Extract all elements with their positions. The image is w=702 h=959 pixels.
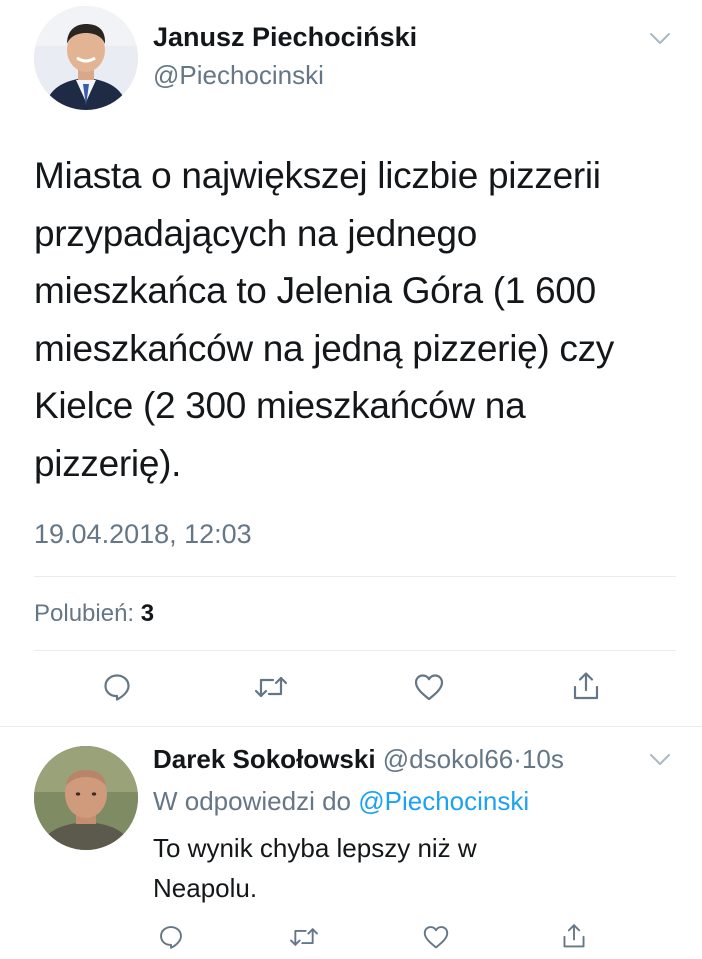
tweet-timestamp: 19.04.2018, 12:03 (34, 519, 252, 549)
reply-separator: · (513, 744, 522, 774)
reply-share-button[interactable] (554, 916, 594, 956)
reply-button[interactable] (97, 667, 137, 707)
reply-context: W odpowiedzi do @Piechocinski (153, 786, 529, 817)
share-button[interactable] (566, 666, 606, 706)
tweet-text: Miasta o największej liczbie pizzerii pr… (34, 155, 614, 484)
chevron-down-icon[interactable] (648, 752, 672, 768)
reply-retweet-button[interactable] (284, 917, 324, 957)
likes-summary[interactable]: Polubień: 3 (34, 600, 154, 628)
like-button[interactable] (409, 667, 449, 707)
retweet-button[interactable] (251, 667, 291, 707)
reply-author-avatar[interactable] (34, 746, 138, 850)
author-handle[interactable]: @Piechocinski (153, 60, 324, 91)
reply-icon (104, 674, 130, 701)
divider (0, 726, 702, 727)
reply-text: To wynik chyba lepszy niż w Neapolu. (153, 833, 477, 903)
divider (34, 650, 676, 651)
reply-icon (160, 926, 182, 949)
likes-label: Polubień: (34, 600, 135, 627)
reply-context-handle[interactable]: @Piechocinski (358, 786, 529, 816)
reply-author-avatar-image (34, 746, 138, 850)
main-tweet: Janusz Piechociński @Piechocinski Miasta… (0, 0, 702, 726)
retweet-icon (290, 928, 318, 946)
share-icon (573, 672, 599, 700)
chevron-down-icon[interactable] (648, 31, 672, 47)
retweet-icon (254, 676, 288, 698)
reply-time[interactable]: 10s (522, 744, 564, 774)
like-icon (414, 674, 444, 701)
likes-count: 3 (140, 600, 155, 627)
share-icon (563, 924, 585, 948)
divider (34, 576, 676, 577)
reply-author-line: Darek Sokołowski @dsokol66·10s (153, 744, 564, 775)
reply-author-handle[interactable]: @dsokol66 (383, 744, 513, 774)
reply-author-name[interactable]: Darek Sokołowski (153, 744, 376, 774)
reply-context-prefix: W odpowiedzi do (153, 786, 351, 816)
author-name[interactable]: Janusz Piechociński (153, 22, 417, 53)
reply-like-button[interactable] (416, 917, 456, 957)
author-avatar[interactable] (34, 6, 138, 110)
like-icon (423, 926, 449, 949)
author-avatar-image (34, 6, 138, 110)
reply-reply-button[interactable] (151, 917, 191, 957)
